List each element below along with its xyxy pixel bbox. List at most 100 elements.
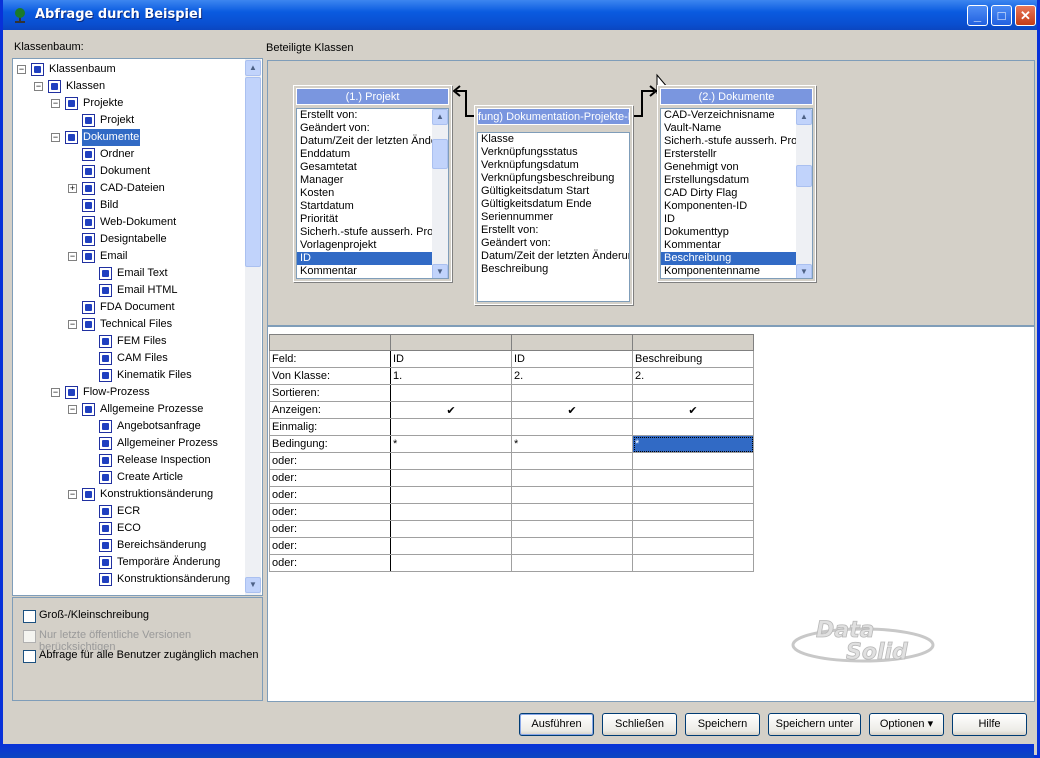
class-attribute-item[interactable]: Vorlagenprojekt [297,239,448,252]
class-attribute-item[interactable]: Datum/Zeit der letzten Änderung [478,250,629,263]
save-button[interactable]: Speichern [685,713,760,736]
class-attribute-item[interactable]: Kommentar [661,239,812,252]
grid-cell[interactable]: 2. [632,367,754,385]
maximize-button[interactable]: □ [991,5,1012,26]
list-scrollbar[interactable]: ▲ ▼ [796,109,812,278]
grid-cell[interactable]: * [632,435,754,453]
class-attribute-item[interactable]: Geändert von: [297,122,448,135]
tree-item[interactable]: − Klassen [13,78,243,95]
tree-item[interactable]: − Flow-Prozess [13,384,243,401]
tree-item[interactable]: Create Article [13,469,243,486]
class-attribute-item[interactable]: Kommentar [297,265,448,278]
grid-cell[interactable] [511,520,633,538]
grid-cell[interactable] [390,384,512,402]
class-attribute-item[interactable]: Enddatum [297,148,448,161]
class-attribute-item[interactable]: Beschreibung [478,263,629,276]
collapse-icon[interactable]: − [17,65,26,74]
class-attribute-item[interactable]: Komponenten-ID [661,200,812,213]
grid-cell[interactable] [511,452,633,470]
class-attribute-list[interactable]: CAD-Verzeichnisname Vault-Name Sicherh.-st… [660,108,813,279]
tree-item[interactable]: Angebotsanfrage [13,418,243,435]
tree-item[interactable]: ECO [13,520,243,537]
class-attribute-item[interactable]: Seriennummer [478,211,629,224]
scroll-thumb[interactable] [245,77,261,267]
class-attribute-item[interactable]: Verknüpfungsstatus [478,146,629,159]
grid-cell[interactable] [511,537,633,555]
collapse-icon[interactable]: − [68,405,77,414]
grid-cell[interactable] [390,418,512,436]
grid-cell[interactable] [511,503,633,521]
tree-item[interactable]: Email HTML [13,282,243,299]
class-attribute-item[interactable]: Startdatum [297,200,448,213]
class-attribute-item[interactable]: Klasse [478,133,629,146]
help-button[interactable]: Hilfe [952,713,1027,736]
class-attribute-item[interactable]: Erstellt von: [297,109,448,122]
tree-item[interactable]: Kinematik Files [13,367,243,384]
tree-item[interactable]: Bild [13,197,243,214]
class-attribute-item[interactable]: Manager [297,174,448,187]
collapse-icon[interactable]: − [34,82,43,91]
grid-cell[interactable]: 1. [390,367,512,385]
checkmark-icon[interactable]: ✔ [632,401,754,419]
grid-cell[interactable]: * [511,435,633,453]
class-attribute-item[interactable]: Sicherh.-stufe ausserh. Proz [661,135,812,148]
class-attribute-item[interactable]: Dokumenttyp [661,226,812,239]
expand-icon[interactable]: + [68,184,77,193]
minimize-button[interactable]: _ [967,5,988,26]
tree-item[interactable]: − Dokumente [13,129,243,146]
all-users-label[interactable]: Abfrage für alle Benutzer zugänglich mac… [39,649,259,661]
class-box-dokumente[interactable]: (2.) Dokumente CAD-Verzeichnisname Vault-… [657,85,816,282]
class-attribute-item[interactable]: Gesamtetat [297,161,448,174]
tree-item[interactable]: Temporäre Änderung [13,554,243,571]
scroll-down-icon[interactable]: ▼ [796,264,812,278]
class-attribute-list[interactable]: Erstellt von: Geändert von: Datum/Zeit der… [296,108,449,279]
tree-item[interactable]: Allgemeiner Prozess [13,435,243,452]
class-attribute-item[interactable]: Erstellungsdatum [661,174,812,187]
options-dropdown-button[interactable]: Optionen ▾ [869,713,944,736]
grid-cell[interactable] [390,486,512,504]
tree-item[interactable]: Dokument [13,163,243,180]
grid-cell[interactable] [390,452,512,470]
grid-cell[interactable]: 2. [511,367,633,385]
class-attribute-item[interactable]: Gültigkeitsdatum Ende [478,198,629,211]
class-attribute-item[interactable]: Komponentenname [661,265,812,278]
grid-cell[interactable]: * [390,435,512,453]
grid-cell[interactable] [632,537,754,555]
tree-item[interactable]: − Klassenbaum [13,61,243,78]
class-attribute-item[interactable]: Verknüpfungsbeschreibung [478,172,629,185]
title-bar[interactable]: Abfrage durch Beispiel _ □ ✕ [3,0,1037,30]
grid-cell[interactable] [632,486,754,504]
tree-item[interactable]: ECR [13,503,243,520]
class-box-title[interactable]: (2.) Dokumente [660,88,813,105]
grid-cell[interactable] [511,486,633,504]
class-tree[interactable]: − Klassenbaum − Klassen − Projekte Projekt − Dok… [12,58,263,596]
grid-cell[interactable] [511,554,633,572]
class-attribute-item[interactable]: Priorität [297,213,448,226]
class-attribute-item[interactable]: Kosten [297,187,448,200]
grid-cell[interactable]: Beschreibung [632,350,754,368]
tree-item[interactable]: Konstruktionsänderung [13,571,243,588]
class-attribute-item[interactable]: ID [297,252,448,265]
all-users-checkbox[interactable] [23,650,36,663]
class-attribute-item[interactable]: Datum/Zeit der letzten Änderung [297,135,448,148]
grid-cell[interactable] [632,503,754,521]
collapse-icon[interactable]: − [51,99,60,108]
class-attribute-item[interactable]: Genehmigt von [661,161,812,174]
tree-item[interactable]: − Allgemeine Prozesse [13,401,243,418]
grid-cell[interactable] [390,537,512,555]
scroll-up-icon[interactable]: ▲ [432,109,448,125]
tree-item[interactable]: − Projekte [13,95,243,112]
close-window-button[interactable]: ✕ [1015,5,1036,26]
grid-cell[interactable] [390,469,512,487]
tree-item[interactable]: Release Inspection [13,452,243,469]
tree-item[interactable]: − Technical Files [13,316,243,333]
scroll-down-icon[interactable]: ▼ [432,264,448,278]
query-grid[interactable]: Feld: ID ID Beschreibung Von Klasse: 1. 2. 2. So… [269,334,754,572]
list-scrollbar[interactable]: ▲ ▼ [432,109,448,278]
class-attribute-item[interactable]: Sicherh.-stufe ausserh. Proz [297,226,448,239]
class-box-projekt[interactable]: (1.) Projekt Erstellt von: Geändert von: D… [293,85,452,282]
tree-item[interactable]: CAM Files [13,350,243,367]
class-box-title[interactable]: fung) Dokumentation-Projekte-B [477,108,630,125]
class-attribute-item[interactable]: Ersterstellr [661,148,812,161]
column-header[interactable] [511,334,633,351]
